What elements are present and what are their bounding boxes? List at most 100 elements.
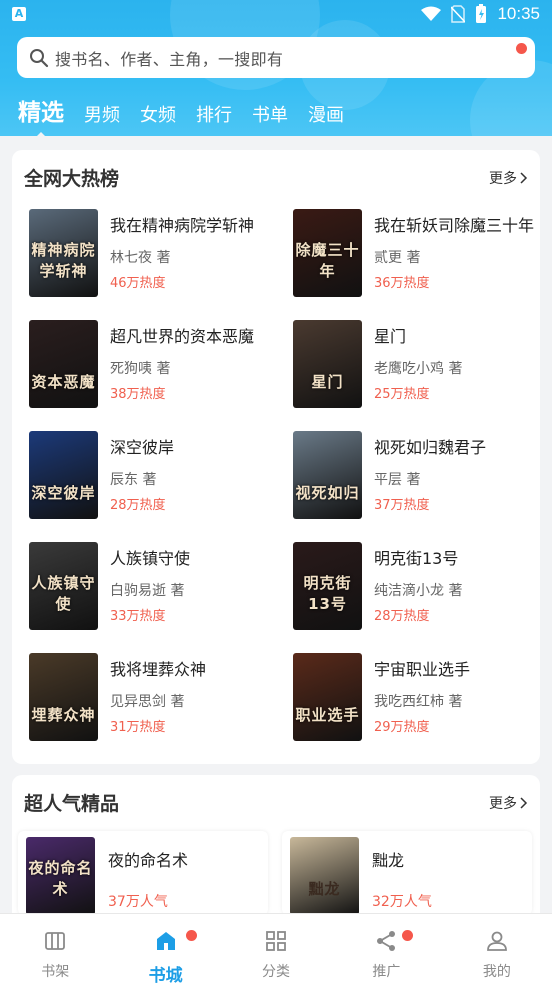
search-icon: [30, 48, 49, 67]
share-icon: [377, 931, 396, 951]
book-author: 林七夜 著: [110, 250, 171, 266]
book-title: 我在精神病院学斩神: [110, 216, 255, 235]
search-placeholder: 搜书名、作者、主角，一搜即有: [55, 49, 284, 69]
channel-tabs: 精选 男频 女频 排行 书单 漫画: [18, 93, 364, 135]
hot-book-item[interactable]: 精神病院学斩神 我在精神病院学斩神 林七夜 著 46万热度: [29, 209, 289, 299]
heat-count: 46万热度: [110, 276, 166, 291]
tab-featured[interactable]: 精选: [18, 93, 64, 135]
profile-icon: [486, 931, 507, 951]
bottom-nav: 书架 书城 分类 推广 我的: [0, 913, 552, 983]
cover-title: 星门: [311, 373, 344, 391]
nav-label: 推广: [372, 964, 401, 980]
hot-book-item[interactable]: 除魔三十年 我在斩妖司除魔三十年 贰更 著 36万热度: [293, 209, 552, 299]
section-title: 超人气精品: [24, 793, 120, 815]
cover-title: 埋葬众神: [31, 706, 96, 724]
chevron-right-icon: [520, 796, 528, 809]
book-title: 星门: [374, 327, 407, 346]
heat-count: 36万热度: [374, 276, 430, 291]
tab-ranking[interactable]: 排行: [196, 101, 232, 135]
tab-male[interactable]: 男频: [84, 101, 120, 135]
cover-title: 资本恶魔: [31, 373, 96, 391]
nav-bookshelf[interactable]: 书架: [0, 914, 110, 983]
hot-book-item[interactable]: 明克街13号 明克街13号 纯洁滴小龙 著 28万热度: [293, 542, 552, 632]
nav-bookstore[interactable]: 书城: [110, 914, 220, 983]
book-author: 纯洁滴小龙 著: [374, 583, 463, 599]
cover-title: 职业选手: [295, 706, 360, 724]
popular-book[interactable]: 夜的命名术 夜的命名术 37万人气: [18, 831, 268, 915]
heat-count: 31万热度: [110, 720, 166, 735]
hot-book-item[interactable]: 埋葬众神 我将埋葬众神 见异思剑 著 31万热度: [29, 653, 289, 743]
section-title: 全网大热榜: [24, 168, 120, 190]
book-author: 白驹易逝 著: [110, 583, 185, 599]
book-author: 死狗咦 著: [110, 361, 171, 377]
book-title: 人族镇守使: [110, 549, 191, 568]
book-cover: 黜龙: [290, 837, 359, 915]
bookshelf-icon: [45, 932, 66, 950]
nav-label: 书城: [148, 966, 183, 983]
book-title: 宇宙职业选手: [374, 660, 471, 679]
hot-book-item[interactable]: 资本恶魔 超凡世界的资本恶魔 死狗咦 著 38万热度: [29, 320, 289, 410]
more-link[interactable]: 更多: [489, 168, 528, 188]
no-sim-icon: [451, 5, 466, 23]
nav-category[interactable]: 分类: [221, 914, 331, 983]
book-title: 超凡世界的资本恶魔: [110, 327, 255, 346]
nav-profile[interactable]: 我的: [442, 914, 552, 983]
more-link[interactable]: 更多: [489, 793, 528, 813]
hot-book-item[interactable]: 深空彼岸 深空彼岸 辰东 著 28万热度: [29, 431, 289, 521]
tab-booklist[interactable]: 书单: [252, 101, 288, 135]
cover-title: 人族镇守使: [31, 574, 96, 613]
book-cover: 深空彼岸: [29, 431, 98, 519]
cover-title: 除魔三十年: [295, 241, 360, 280]
book-author: 老鹰吃小鸡 著: [374, 361, 463, 377]
book-author: 我吃西红柿 著: [374, 694, 463, 710]
book-title: 黜龙: [372, 851, 405, 870]
notification-dot: [516, 43, 527, 54]
popularity: 32万人气: [372, 894, 432, 910]
book-cover: 除魔三十年: [293, 209, 362, 297]
header: A 10:35 搜书名、作者、主角，一搜即有 精选 男频 女频 排行 书单 漫画: [0, 0, 552, 136]
nav-promotion[interactable]: 推广: [331, 914, 441, 983]
book-cover: 人族镇守使: [29, 542, 98, 630]
cover-title: 夜的命名术: [28, 859, 93, 898]
book-cover: 夜的命名术: [26, 837, 95, 915]
home-icon: [156, 932, 175, 950]
cover-title: 黜龙: [308, 880, 341, 898]
hot-book-item[interactable]: 星门 星门 老鹰吃小鸡 著 25万热度: [293, 320, 552, 410]
heat-count: 28万热度: [374, 609, 430, 624]
cover-title: 视死如归: [295, 484, 360, 502]
book-cover: 明克街13号: [293, 542, 362, 630]
book-cover: 星门: [293, 320, 362, 408]
nav-label: 分类: [262, 964, 291, 980]
clock: 10:35: [497, 4, 540, 23]
book-cover: 埋葬众神: [29, 653, 98, 741]
hot-book-item[interactable]: 人族镇守使 人族镇守使 白驹易逝 著 33万热度: [29, 542, 289, 632]
popular-card: 超人气精品 更多 夜的命名术 夜的命名术 37万人气 黜龙 黜龙 32万人气: [12, 775, 540, 925]
battery-icon: [476, 4, 487, 23]
notification-dot: [402, 930, 414, 941]
app-notification-icon: A: [12, 7, 26, 21]
book-title: 夜的命名术: [108, 851, 189, 870]
hot-list-card: 全网大热榜 更多 精神病院学斩神 我在精神病院学斩神 林七夜 著 46万热度 除魔三十年…: [12, 150, 540, 764]
status-bar: A 10:35: [0, 0, 552, 30]
cover-title: 深空彼岸: [31, 484, 96, 502]
book-title: 视死如归魏君子: [374, 438, 487, 457]
book-title: 我在斩妖司除魔三十年: [374, 216, 535, 235]
notification-dot: [186, 930, 198, 941]
tab-female[interactable]: 女频: [140, 101, 176, 135]
more-label: 更多: [489, 795, 517, 812]
search-bar[interactable]: 搜书名、作者、主角，一搜即有: [17, 37, 535, 78]
book-title: 我将埋葬众神: [110, 660, 207, 679]
cover-title: 精神病院学斩神: [31, 241, 96, 280]
heat-count: 33万热度: [110, 609, 166, 624]
hot-book-item[interactable]: 视死如归 视死如归魏君子 平层 著 37万热度: [293, 431, 552, 521]
book-author: 平层 著: [374, 472, 421, 488]
popular-book[interactable]: 黜龙 黜龙 32万人气: [282, 831, 532, 915]
heat-count: 25万热度: [374, 387, 430, 402]
tab-comics[interactable]: 漫画: [308, 101, 344, 135]
heat-count: 29万热度: [374, 720, 430, 735]
hot-book-item[interactable]: 职业选手 宇宙职业选手 我吃西红柿 著 29万热度: [293, 653, 552, 743]
nav-label: 书架: [41, 964, 70, 980]
book-cover: 精神病院学斩神: [29, 209, 98, 297]
category-icon: [266, 931, 286, 951]
heat-count: 38万热度: [110, 387, 166, 402]
